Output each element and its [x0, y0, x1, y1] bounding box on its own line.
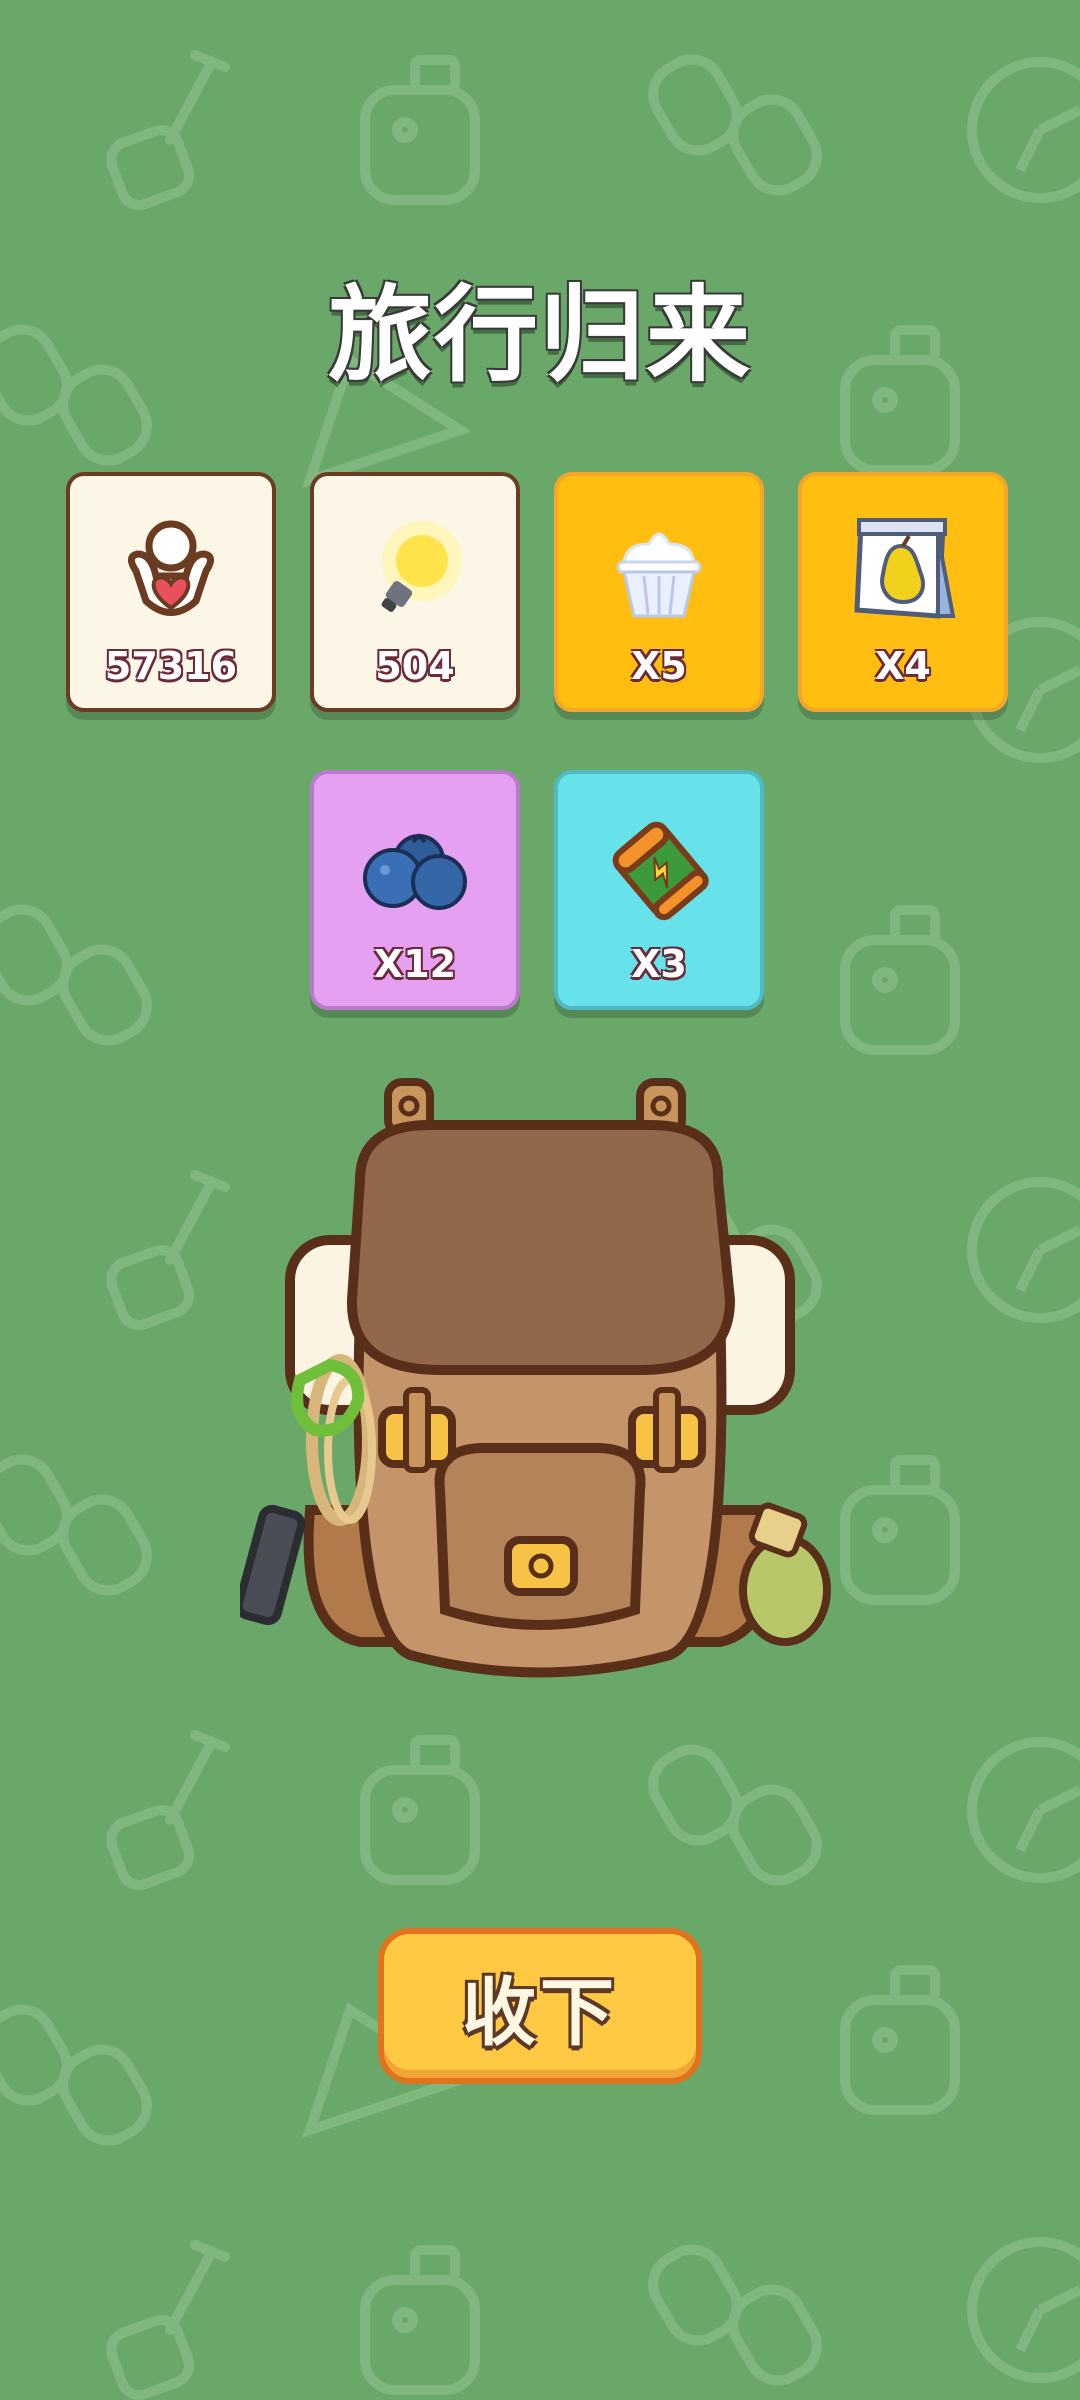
reward-card-ice-cream: X5 [554, 472, 764, 712]
shovel-icon [106, 1170, 230, 1330]
page-title: 旅行归来 [327, 274, 752, 396]
blueberries-icon [314, 804, 516, 934]
reward-card-blueberries: X12 [310, 770, 520, 1010]
backpack-illustration [234, 1070, 840, 1690]
pear-seed-packet-icon [802, 506, 1004, 636]
ice-cream-icon [558, 506, 760, 636]
shovel-icon [106, 2240, 230, 2400]
reward-quantity: X5 [631, 644, 687, 688]
flask-icon [360, 55, 480, 205]
battery-icon [558, 804, 760, 934]
flask-icon [840, 905, 960, 1055]
compass-icon [967, 2237, 1080, 2383]
accept-button[interactable]: 收下 [378, 1928, 702, 2084]
reward-card-pear-seeds: X4 [798, 472, 1008, 712]
flask-icon [360, 2245, 480, 2395]
binoculars-icon [648, 2244, 822, 2386]
reward-quantity: X12 [373, 942, 457, 986]
reward-card-ideas: 504 [310, 472, 520, 712]
shovel-icon [106, 50, 230, 210]
shovel-icon [106, 1730, 230, 1890]
compass-icon [967, 1737, 1080, 1883]
heart-person-icon [70, 506, 272, 636]
reward-quantity: 504 [375, 644, 455, 688]
flask-icon [360, 1735, 480, 1885]
reward-quantity: X3 [631, 942, 687, 986]
binoculars-icon [648, 1744, 822, 1886]
lightbulb-icon [314, 506, 516, 636]
reward-quantity: X4 [875, 644, 931, 688]
compass-icon [967, 57, 1080, 203]
binoculars-icon [0, 904, 152, 1046]
flask-icon [840, 1455, 960, 1605]
reward-card-hearts: 57316 [66, 472, 276, 712]
compass-icon [967, 1177, 1080, 1323]
flask-icon [840, 1965, 960, 2115]
reward-quantity: 57316 [104, 644, 238, 688]
reward-card-batteries: X3 [554, 770, 764, 1010]
binoculars-icon [0, 2004, 152, 2146]
binoculars-icon [648, 54, 822, 196]
binoculars-icon [0, 1454, 152, 1596]
